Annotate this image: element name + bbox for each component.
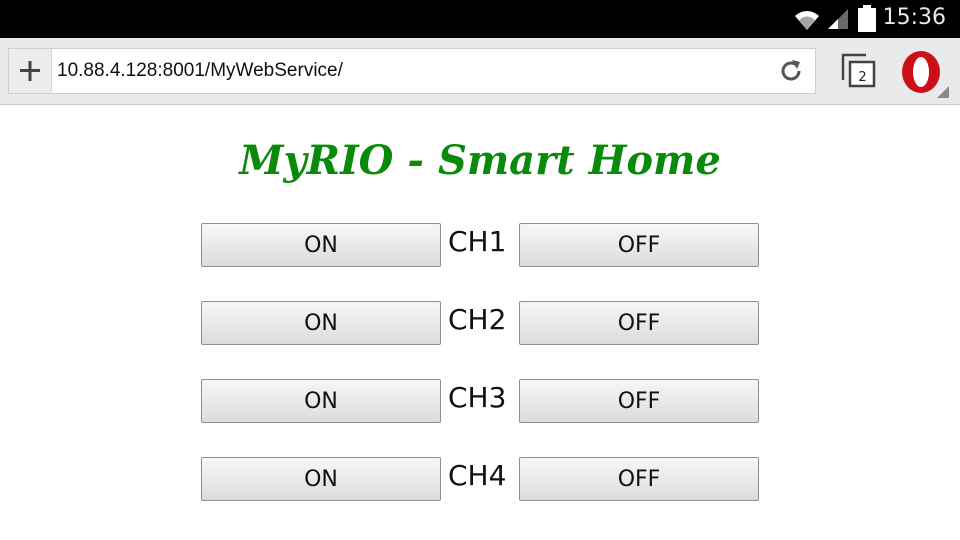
address-bar[interactable]: 10.88.4.128:8001/MyWebService/	[8, 48, 816, 94]
status-time: 15:36	[882, 5, 946, 30]
status-bar: 15:36	[0, 0, 960, 38]
ch3-off-button[interactable]: OFF	[519, 379, 759, 423]
ch4-on-button[interactable]: ON	[201, 457, 441, 501]
ch1-label: CH1	[448, 225, 507, 258]
tabs-count: 2	[858, 70, 867, 85]
ch1-off-button[interactable]: OFF	[519, 223, 759, 267]
reload-icon[interactable]	[777, 57, 805, 85]
channel-row-ch4: ON CH4 OFF	[201, 457, 759, 503]
channel-row-ch2: ON CH2 OFF	[201, 301, 759, 347]
url-text[interactable]: 10.88.4.128:8001/MyWebService/	[57, 60, 343, 82]
signal-icon	[828, 9, 848, 29]
wifi-icon	[795, 11, 819, 30]
ch2-on-button[interactable]: ON	[201, 301, 441, 345]
page-title: MyRIO - Smart Home	[239, 137, 721, 184]
battery-icon	[858, 5, 876, 32]
ch2-off-button[interactable]: OFF	[519, 301, 759, 345]
ch3-label: CH3	[448, 381, 507, 414]
ch2-label: CH2	[448, 303, 507, 336]
plus-icon[interactable]	[9, 49, 52, 93]
ch1-on-button[interactable]: ON	[201, 223, 441, 267]
ch3-on-button[interactable]: ON	[201, 379, 441, 423]
ch4-label: CH4	[448, 459, 507, 492]
channel-row-ch1: ON CH1 OFF	[201, 223, 759, 269]
channel-row-ch3: ON CH3 OFF	[201, 379, 759, 425]
browser-toolbar: 10.88.4.128:8001/MyWebService/ 2	[0, 38, 960, 105]
opera-icon[interactable]	[899, 50, 953, 100]
ch4-off-button[interactable]: OFF	[519, 457, 759, 501]
